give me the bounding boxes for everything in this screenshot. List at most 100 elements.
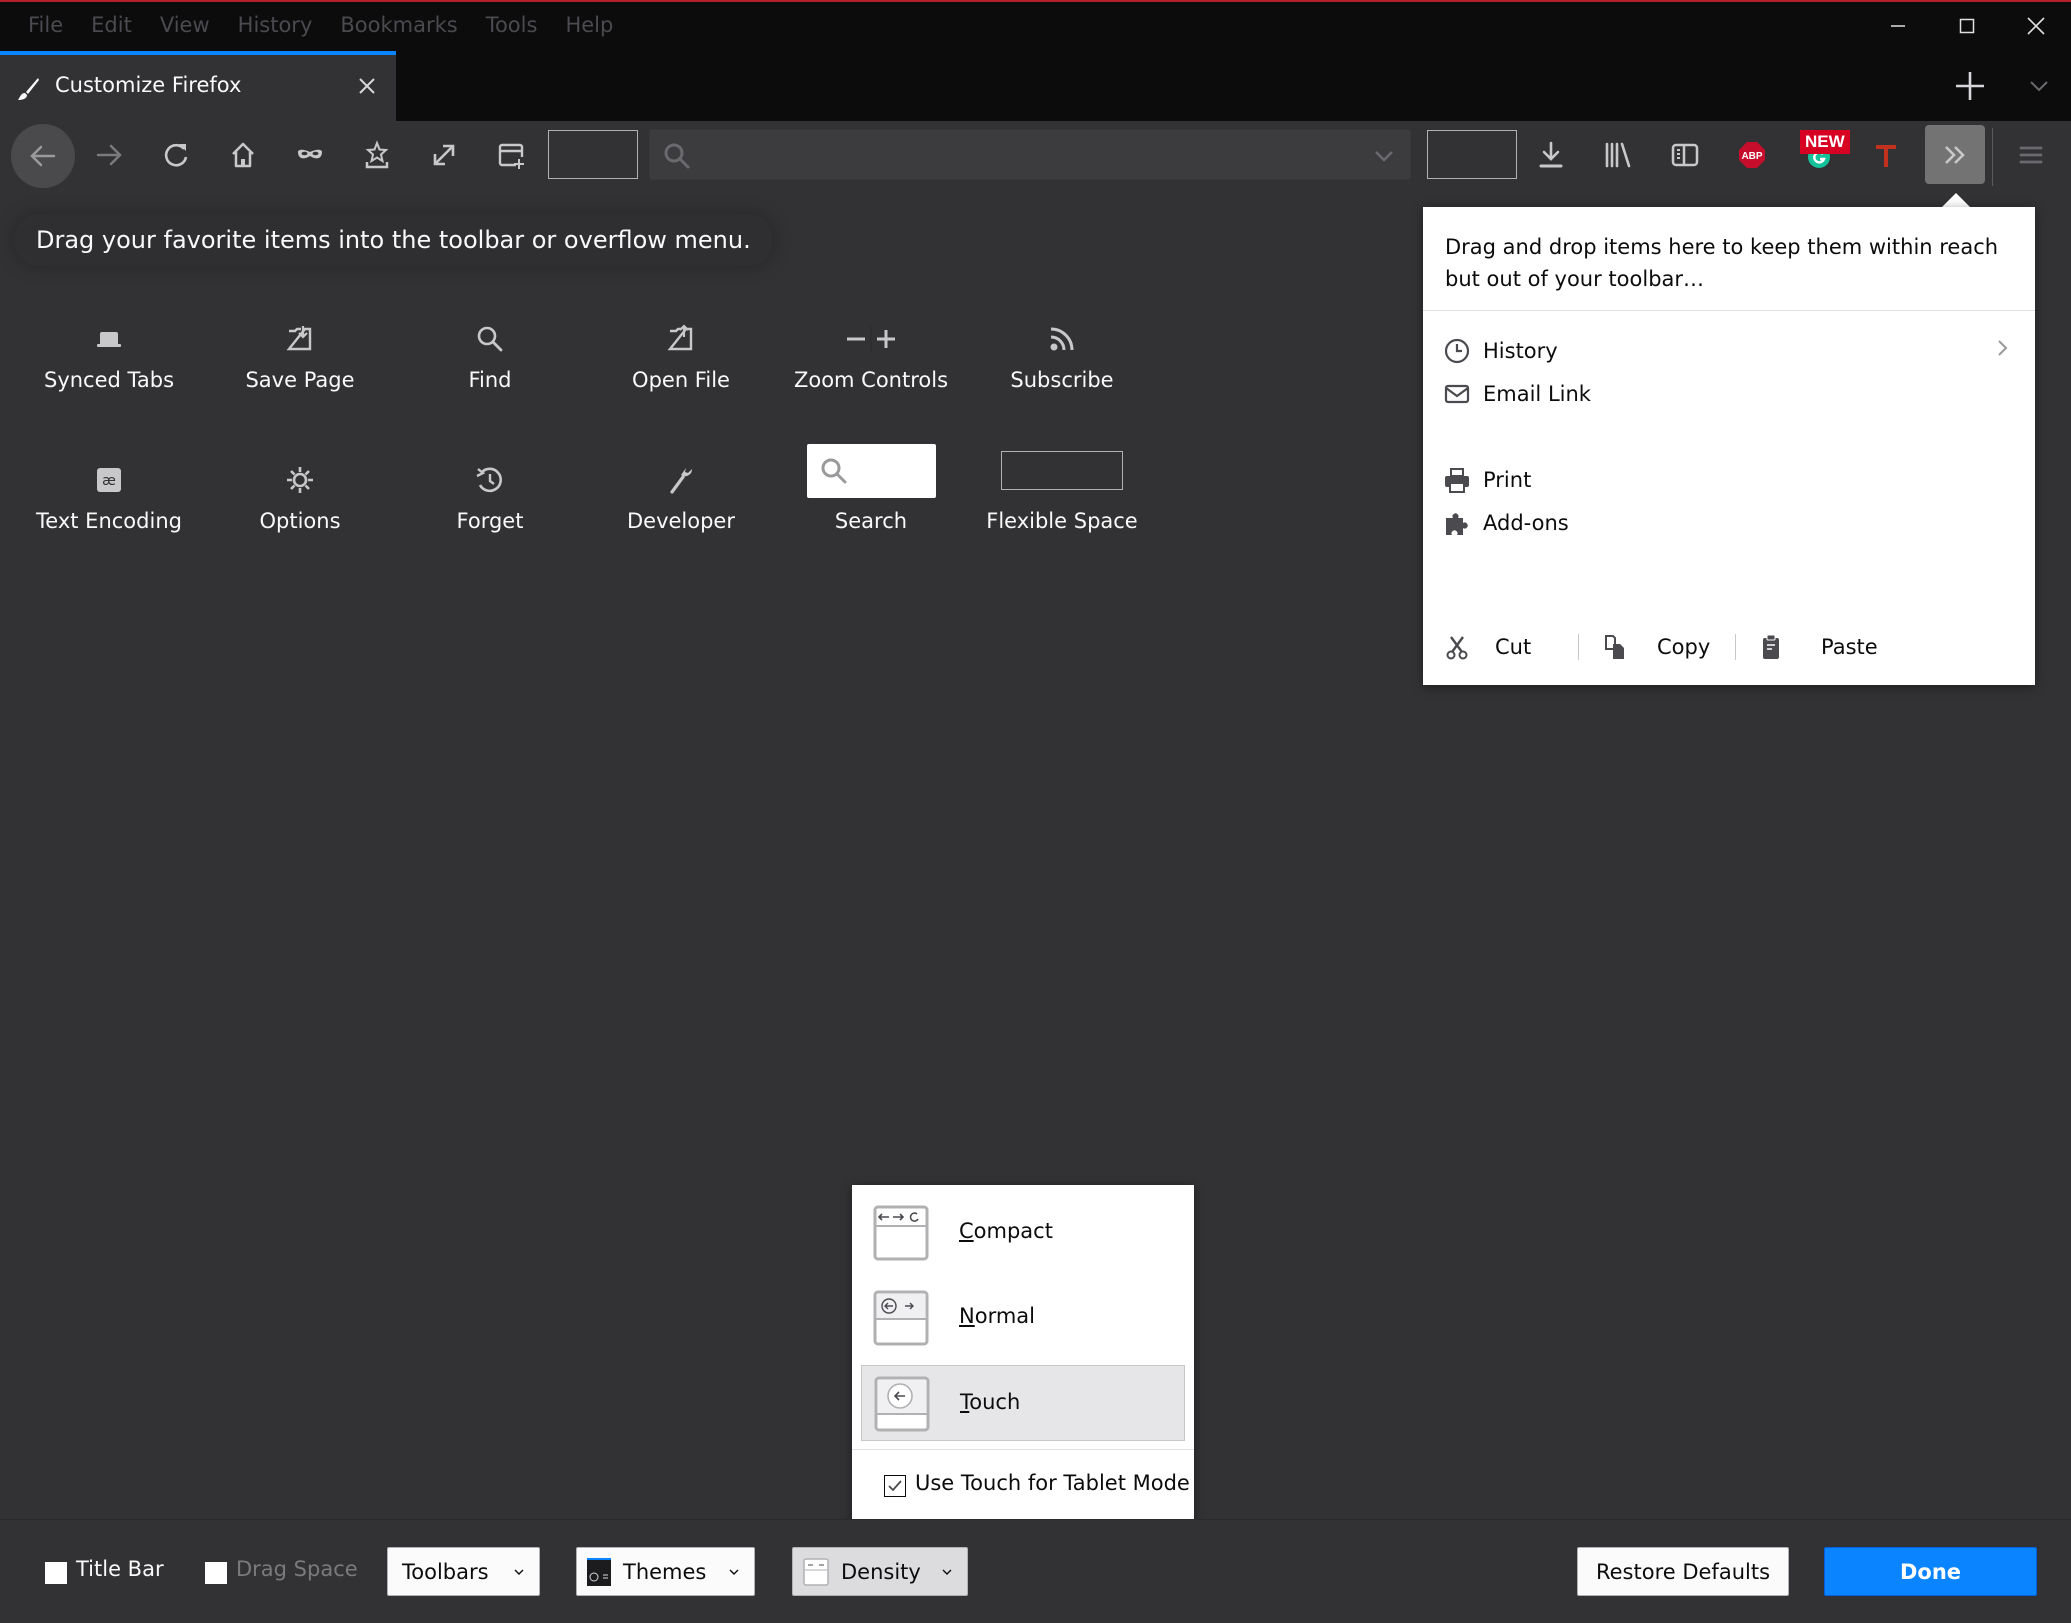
palette-item-options[interactable]: Options	[205, 449, 395, 579]
palette-label: Find	[468, 368, 512, 392]
minimize-button[interactable]	[1868, 8, 1928, 44]
overflow-edit-label: Paste	[1821, 635, 1878, 659]
density-option-compact[interactable]: Compact	[861, 1195, 1185, 1271]
density-separator	[852, 1449, 1194, 1450]
sidebars-button[interactable]	[1661, 131, 1709, 179]
envelope-icon	[1444, 384, 1470, 404]
save-page-icon	[286, 326, 312, 351]
url-bar[interactable]	[649, 129, 1411, 180]
tablet-mode-checkbox[interactable]	[884, 1475, 906, 1497]
palette-item-flexible-space[interactable]: Flexible Space	[967, 449, 1157, 579]
palette-item-developer[interactable]: Developer	[586, 449, 776, 579]
toolbars-label: Toolbars	[402, 1559, 489, 1584]
palette-item-forget[interactable]: Forget	[395, 449, 585, 579]
star-tray-icon	[365, 140, 389, 169]
overflow-edit-copy[interactable]: Copy	[1601, 628, 1710, 666]
overflow-item-label: Add-ons	[1483, 511, 1569, 535]
menu-file[interactable]: File	[14, 10, 77, 40]
library-icon	[1605, 142, 1631, 168]
compact-density-icon	[873, 1205, 929, 1261]
sidebar-icon	[1671, 143, 1699, 167]
downloads-button[interactable]	[1527, 131, 1575, 179]
density-option-label: Normal	[959, 1304, 1035, 1328]
menu-view[interactable]: View	[146, 10, 224, 40]
flexible-space-placeholder[interactable]	[548, 130, 638, 179]
new-window-button[interactable]	[487, 131, 535, 179]
palette-item-zoom-controls[interactable]: Zoom Controls	[776, 308, 966, 438]
overflow-item-history[interactable]: History	[1443, 332, 1558, 370]
flexible-space-placeholder-2[interactable]	[1427, 130, 1517, 179]
drag-space-checkbox[interactable]	[205, 1562, 227, 1584]
density-option-label: Touch	[960, 1390, 1021, 1414]
tab-title: Customize Firefox	[55, 73, 242, 97]
palette-label: Open File	[632, 368, 730, 392]
maximize-icon	[1959, 18, 1975, 34]
svg-text:æ: æ	[102, 473, 116, 489]
palette-item-search[interactable]: Search	[776, 440, 966, 570]
menu-history[interactable]: History	[224, 10, 327, 40]
new-badge: NEW	[1800, 130, 1850, 154]
title-bar-checkbox[interactable]	[45, 1562, 67, 1584]
back-button[interactable]	[11, 124, 75, 188]
adblock-plus-button[interactable]: ABP	[1728, 131, 1776, 179]
zoom-controls-icon	[847, 326, 895, 352]
done-button[interactable]: Done	[1824, 1547, 2037, 1596]
toolbars-button[interactable]: Toolbars	[387, 1547, 540, 1596]
checkmark-icon	[888, 1480, 902, 1492]
reload-button[interactable]	[152, 131, 200, 179]
chevron-down-icon[interactable]	[1372, 144, 1396, 168]
overflow-menu-button[interactable]	[1925, 125, 1985, 184]
text-extension-button[interactable]	[1862, 131, 1910, 179]
chevron-down-icon	[514, 1569, 524, 1575]
overflow-edit-cut[interactable]: Cut	[1443, 628, 1531, 666]
open-file-icon	[667, 324, 693, 351]
close-icon	[2027, 17, 2045, 35]
menu-bookmarks[interactable]: Bookmarks	[326, 10, 471, 40]
close-window-button[interactable]	[2006, 8, 2066, 44]
overflow-item-label: History	[1483, 339, 1558, 363]
save-to-pocket-button[interactable]	[353, 131, 401, 179]
main-menu-button[interactable]	[2007, 131, 2055, 179]
maximize-button[interactable]	[1937, 8, 1997, 44]
density-popup: Compact Normal Touch Use Touch for Table…	[852, 1185, 1194, 1528]
menu-edit[interactable]: Edit	[77, 10, 146, 40]
density-button[interactable]: Density	[792, 1547, 968, 1596]
palette-item-subscribe[interactable]: Subscribe	[967, 308, 1157, 438]
overflow-item-label: Email Link	[1483, 382, 1591, 406]
palette-item-open-file[interactable]: Open File	[586, 308, 776, 438]
forward-button[interactable]	[85, 131, 133, 179]
list-all-tabs-icon[interactable]	[2021, 72, 2057, 102]
clock-icon	[1444, 338, 1470, 364]
home-button[interactable]	[219, 131, 267, 179]
menu-tools[interactable]: Tools	[472, 10, 552, 40]
tablet-mode-label: Use Touch for Tablet Mode	[915, 1471, 1190, 1495]
density-option-normal[interactable]: Normal	[861, 1280, 1185, 1356]
overflow-item-print[interactable]: Print	[1443, 461, 1531, 499]
palette-item-save-page[interactable]: Save Page	[205, 308, 395, 438]
overflow-item-email-link[interactable]: Email Link	[1443, 375, 1591, 413]
palette-item-find[interactable]: Find	[395, 308, 585, 438]
density-option-touch[interactable]: Touch	[861, 1365, 1185, 1441]
close-tab-icon[interactable]	[352, 71, 382, 101]
flexible-space-icon	[1001, 451, 1123, 490]
tab-customize-firefox[interactable]: Customize Firefox	[0, 51, 396, 123]
new-tab-icon[interactable]	[1950, 66, 1990, 106]
title-bar-label: Title Bar	[76, 1557, 164, 1581]
menu-help[interactable]: Help	[551, 10, 627, 40]
restore-defaults-button[interactable]: Restore Defaults	[1577, 1547, 1789, 1596]
themes-button[interactable]: Themes	[576, 1547, 755, 1596]
library-button[interactable]	[1594, 131, 1642, 179]
fullscreen-button[interactable]	[420, 131, 468, 179]
overflow-edit-paste[interactable]: Paste	[1757, 628, 1878, 666]
palette-item-text-encoding[interactable]: æ Text Encoding	[14, 449, 204, 579]
themes-label: Themes	[623, 1559, 707, 1584]
overflow-item-add-ons[interactable]: Add-ons	[1443, 504, 1569, 542]
palette-label: Subscribe	[1010, 368, 1114, 392]
palette-label: Text Encoding	[36, 509, 182, 533]
private-window-button[interactable]	[286, 131, 334, 179]
download-icon	[1539, 141, 1563, 168]
overflow-panel: Drag and drop items here to keep them wi…	[1423, 207, 2035, 685]
palette-item-synced-tabs[interactable]: Synced Tabs	[14, 308, 204, 438]
palette-hint: Drag your favorite items into the toolba…	[14, 214, 773, 266]
hamburger-icon	[2019, 146, 2043, 164]
